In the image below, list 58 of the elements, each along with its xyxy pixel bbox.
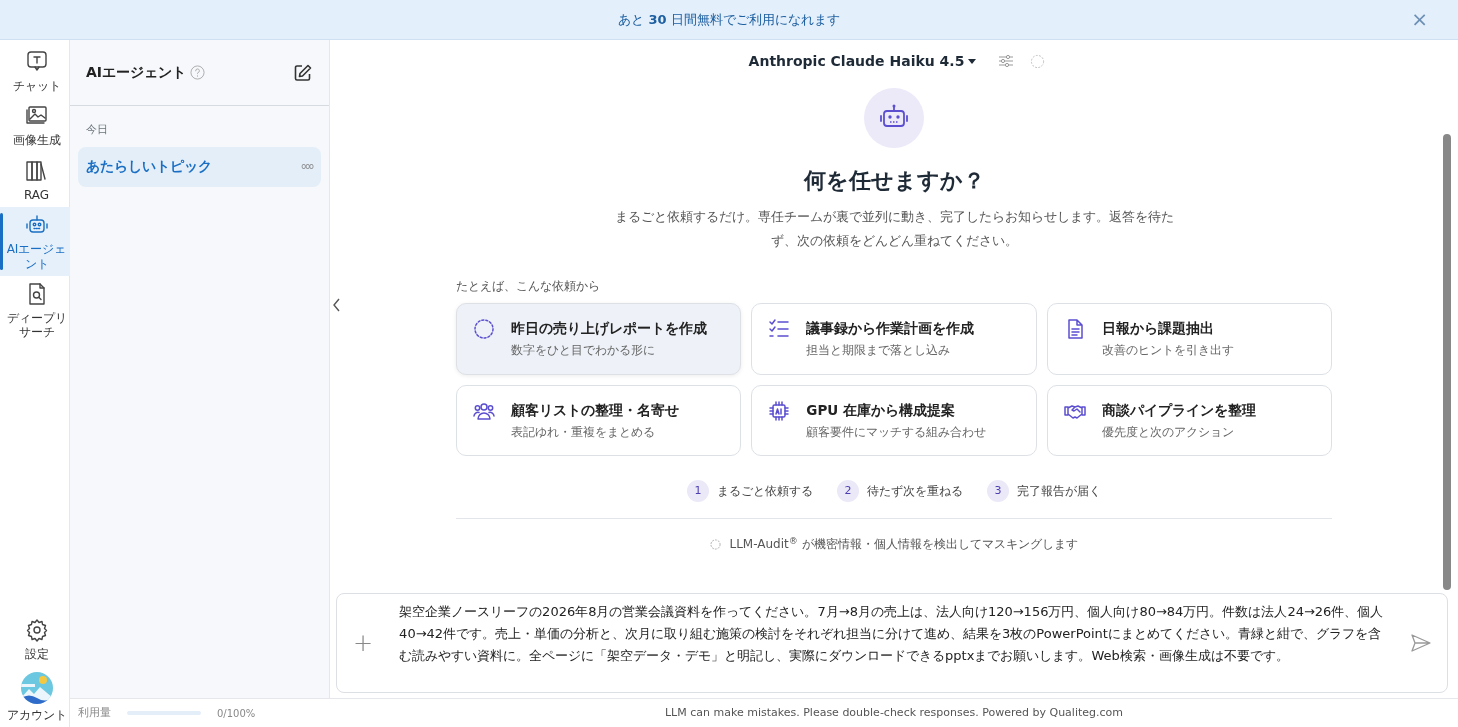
usage-reading: 0/100%	[217, 706, 256, 721]
prompt-field[interactable]: 架空企業ノースリーフの2026年8月の営業会議資料を作ってください。7月→8月の売上は、法人向け120→156万円、個人向け80→84万円。件数は法人24→26件、個人40→42件です。売上・単価の分析と、次月に取り組む施策の検討をそれぞれ担当に分けて進め、結果を3枚のPowerPointにまとめてください。青緑と紺で、グラフを含む読みやすい資料に。全ページに「架空データ・デモ」と明記し、実際にダウンロードできるpptxまでお願いします。Web検索・画像生成は不要です。	[397, 599, 1395, 687]
hero-title: 何を任せますか？	[803, 167, 985, 195]
step-number: 1	[687, 480, 709, 502]
card-title: 議事録から作業計画を作成	[806, 319, 975, 338]
card-subtitle: 顧客要件にマッチする組み合わせ	[806, 423, 987, 441]
card-subtitle: 数字をひと目でわかる形に	[511, 342, 656, 360]
usage-label: 利用量	[78, 704, 111, 721]
card-subtitle: 優先度と次のアクション	[1101, 423, 1235, 441]
chip-icon	[768, 399, 791, 422]
example-card[interactable]: 昨日の売り上げレポートを作成 数字をひと目でわかる形に	[456, 303, 742, 375]
loading-icon	[1030, 53, 1046, 69]
caret-icon	[968, 58, 977, 64]
trial-banner-text: あと 30 日間無料でご利用になれます	[618, 10, 840, 29]
nav-item[interactable]: AIエージェント	[0, 207, 70, 276]
card-title: 顧客リストの整理・名寄せ	[511, 400, 679, 420]
card-title: 日報から課題抽出	[1101, 319, 1215, 338]
settings-button[interactable]: 設定	[0, 612, 70, 667]
group-heading: 今日	[85, 122, 109, 138]
step-label: 完了報告が届く	[1017, 483, 1101, 500]
card-title: 商談パイプラインを整理	[1101, 400, 1256, 420]
robot-icon	[864, 88, 924, 148]
sidebar-title: AIエージェント	[86, 63, 187, 82]
example-card[interactable]: 商談パイプラインを整理 優先度と次のアクション	[1046, 384, 1332, 456]
step-label: まるごと依頼する	[717, 483, 813, 500]
disclaimer: LLM can make mistakes. Please double-check responses. Powered by Qualiteg.com	[664, 705, 1124, 719]
nav-item[interactable]: 画像生成	[0, 98, 70, 153]
example-card[interactable]: GPU 在庫から構成提案 顧客要件にマッチする組み合わせ	[751, 384, 1037, 456]
audit-note: LLM-Audit$^{®}$ が機密情報・個人情報を検出してマスキングします	[729, 535, 1078, 553]
hero-description: まるごと依頼するだけ。専任チームが裏で並列に動き、完了したらお知らせします。返答を待たず、次の依頼をどんどん重ねてください。	[614, 208, 1174, 250]
nav-item[interactable]: チャット	[0, 44, 70, 99]
example-card[interactable]: 日報から課題抽出 改善のヒントを引き出す	[1046, 303, 1332, 375]
nav-item[interactable]: RAG	[0, 152, 70, 208]
step-number: 2	[837, 480, 859, 502]
collapse-chevron-icon[interactable]	[332, 298, 341, 312]
send-icon[interactable]	[1411, 634, 1431, 652]
nav-item[interactable]: ディープリサーチ	[0, 275, 70, 345]
topic-item[interactable]: あたらしいトピック ooo	[78, 146, 321, 187]
step-label: 待たず次を重ねる	[867, 483, 963, 500]
loading-icon	[710, 538, 722, 550]
add-button[interactable]: +	[337, 625, 390, 661]
card-subtitle: 表記ゆれ・重複をまとめる	[511, 423, 656, 441]
example-card[interactable]: 顧客リストの整理・名寄せ 表記ゆれ・重複をまとめる	[456, 384, 742, 456]
card-subtitle: 担当と期限まで落とし込み	[806, 342, 952, 360]
loading-icon	[473, 318, 495, 340]
card-title: 昨日の売り上げレポートを作成	[511, 319, 707, 338]
settings-sliders-icon[interactable]	[998, 53, 1015, 69]
card-title: GPU 在庫から構成提案	[806, 400, 956, 420]
step-number: 3	[987, 480, 1009, 502]
new-topic-icon[interactable]	[293, 62, 313, 83]
help-icon[interactable]	[190, 65, 206, 80]
prompt-box[interactable]	[336, 593, 1448, 693]
example-card[interactable]: 議事録から作業計画を作成 担当と期限まで落とし込み	[751, 303, 1037, 375]
account-button[interactable]: アカウント	[0, 666, 70, 727]
model-selector[interactable]: Anthropic Claude Haiku 4.5	[742, 49, 983, 73]
examples-label: たとえば、こんな依頼から	[456, 278, 601, 295]
card-subtitle: 改善のヒントを引き出す	[1101, 342, 1234, 360]
checklist-icon	[768, 318, 791, 340]
